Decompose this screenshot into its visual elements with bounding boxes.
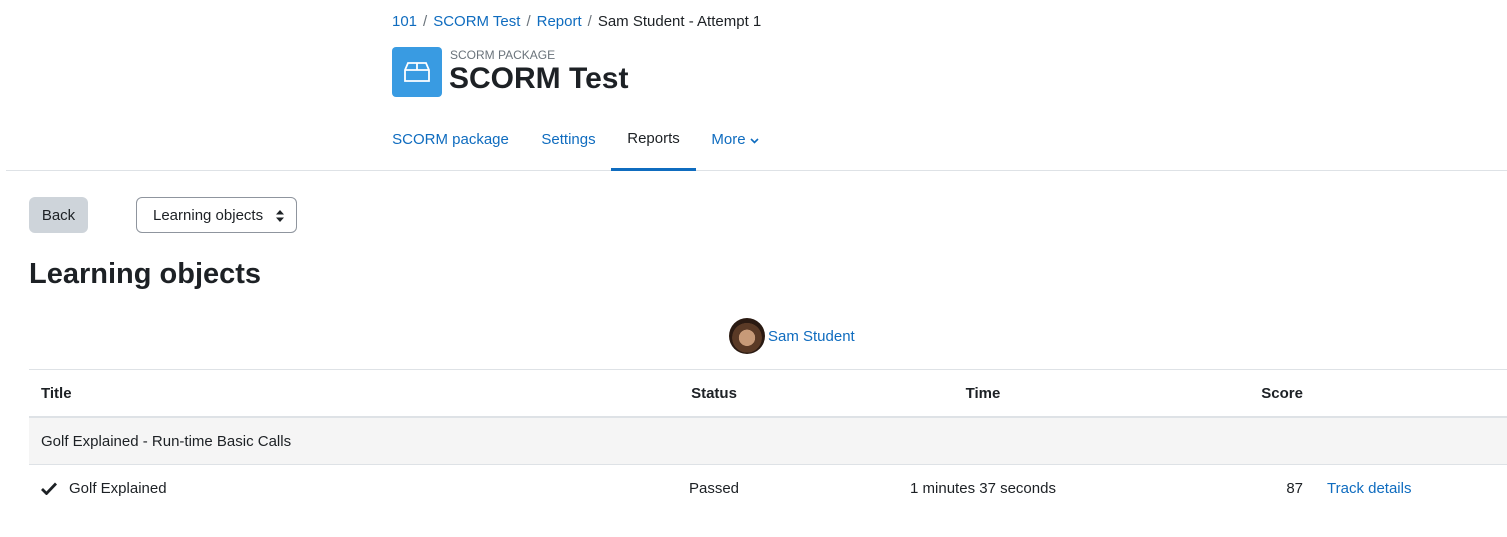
breadcrumb-course[interactable]: 101 <box>392 13 417 30</box>
check-icon <box>41 482 57 495</box>
column-header-score: Score <box>1261 384 1303 402</box>
row-title: Golf Explained <box>69 479 167 497</box>
user-name-link[interactable]: Sam Student <box>768 328 855 345</box>
tab-reports[interactable]: Reports <box>611 108 696 171</box>
breadcrumb-separator: / <box>526 13 531 30</box>
breadcrumb-separator: / <box>587 13 592 30</box>
breadcrumb-activity[interactable]: SCORM Test <box>433 13 520 30</box>
report-type-select-value: Learning objects <box>153 206 264 224</box>
group-title: Golf Explained - Run-time Basic Calls <box>41 432 292 450</box>
tab-settings[interactable]: Settings <box>525 108 612 171</box>
tab-more-label: More <box>711 131 746 148</box>
learning-objects-table: Title Status Time Score Golf Explained -… <box>29 369 1507 511</box>
breadcrumb: 101 / SCORM Test / Report / Sam Student - Atte… <box>392 13 761 30</box>
avatar[interactable] <box>729 318 765 354</box>
breadcrumb-report[interactable]: Report <box>537 13 582 30</box>
column-header-status: Status <box>691 384 737 402</box>
tab-more[interactable]: More <box>704 108 766 171</box>
row-action: Track details <box>1327 465 1411 511</box>
sort-arrows-icon <box>276 209 284 226</box>
row-title-cell: Golf Explained <box>41 465 167 511</box>
breadcrumb-separator: / <box>423 13 428 30</box>
chevron-down-icon <box>750 131 759 148</box>
activity-type-label: SCORM PACKAGE <box>450 48 556 62</box>
row-status: Passed <box>688 479 740 497</box>
page-title: SCORM Test <box>449 62 629 95</box>
row-score: 87 <box>1286 479 1303 497</box>
table-group-row: Golf Explained - Run-time Basic Calls <box>29 418 1507 465</box>
back-button[interactable]: Back <box>29 197 88 233</box>
report-type-select[interactable]: Learning objects <box>136 197 297 233</box>
tab-scorm-package[interactable]: SCORM package <box>392 108 509 171</box>
column-header-time: Time <box>965 384 1001 402</box>
section-title: Learning objects <box>29 258 262 290</box>
secondary-navigation: SCORM package Settings Reports More <box>6 108 1507 171</box>
breadcrumb-current: Sam Student - Attempt 1 <box>597 13 762 30</box>
table-row: Golf Explained Passed 1 minutes 37 secon… <box>29 465 1507 511</box>
row-time: 1 minutes 37 seconds <box>910 479 1056 497</box>
table-header-row: Title Status Time Score <box>29 369 1507 418</box>
user-info: Sam Student <box>729 318 855 354</box>
column-header-title: Title <box>41 384 72 402</box>
package-box-icon <box>392 47 442 97</box>
track-details-link[interactable]: Track details <box>1327 480 1411 497</box>
